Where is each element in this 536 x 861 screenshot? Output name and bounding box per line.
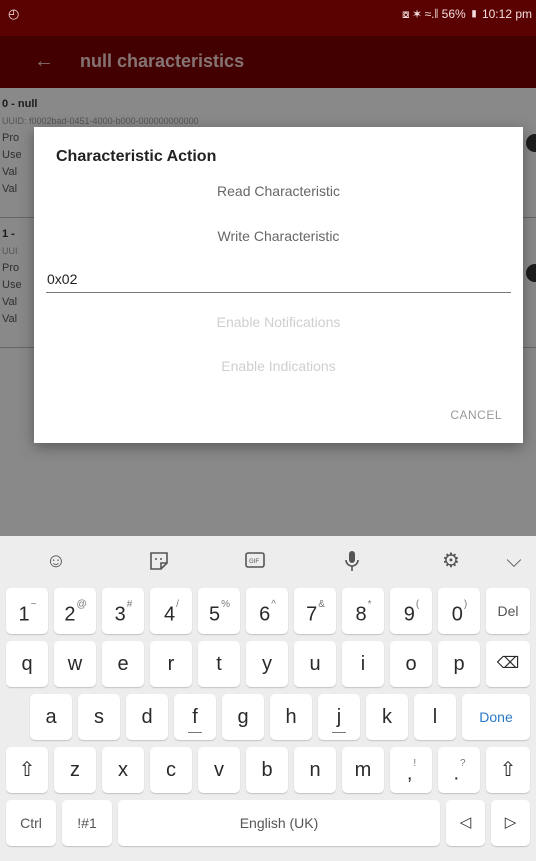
key-q[interactable]: q [6, 641, 48, 687]
gif-icon[interactable]: GIF [236, 546, 276, 576]
enable-notifications-button[interactable]: Enable Notifications [34, 314, 523, 330]
key-8[interactable]: 8* [342, 588, 384, 634]
key-t[interactable]: t [198, 641, 240, 687]
key-m[interactable]: m [342, 747, 384, 793]
smiley-icon[interactable]: ☺ [36, 546, 76, 576]
key-h[interactable]: h [270, 694, 312, 740]
key-r[interactable]: r [150, 641, 192, 687]
backspace-icon[interactable]: ⌫ [486, 641, 530, 687]
key-z[interactable]: z [54, 747, 96, 793]
comma-key[interactable]: ,! [390, 747, 432, 793]
write-value-input[interactable] [46, 267, 511, 293]
write-characteristic-button[interactable]: Write Characteristic [34, 228, 523, 244]
space-bar[interactable]: English (UK) [118, 800, 440, 846]
key-b[interactable]: b [246, 747, 288, 793]
home-key-marker [332, 732, 346, 733]
key-4[interactable]: 4/ [150, 588, 192, 634]
read-characteristic-button[interactable]: Read Characteristic [34, 183, 523, 199]
key-6[interactable]: 6^ [246, 588, 288, 634]
key-n[interactable]: n [294, 747, 336, 793]
key-2[interactable]: 2@ [54, 588, 96, 634]
key-w[interactable]: w [54, 641, 96, 687]
key-e[interactable]: e [102, 641, 144, 687]
key-9[interactable]: 9( [390, 588, 432, 634]
key-s[interactable]: s [78, 694, 120, 740]
key-p[interactable]: p [438, 641, 480, 687]
key-y[interactable]: y [246, 641, 288, 687]
key-c[interactable]: c [150, 747, 192, 793]
key-7[interactable]: 7& [294, 588, 336, 634]
key-0[interactable]: 0) [438, 588, 480, 634]
status-bar: ◴ ⧇ ✶ ≈.∥ 56% ▮ 10:12 pm [0, 0, 536, 36]
microphone-icon[interactable] [332, 546, 372, 576]
svg-text:GIF: GIF [249, 559, 259, 565]
delete-key[interactable]: Del [486, 588, 530, 634]
sticker-icon[interactable] [139, 546, 179, 576]
key-i[interactable]: i [342, 641, 384, 687]
period-key[interactable]: .? [438, 747, 480, 793]
done-button[interactable]: Done [462, 694, 530, 740]
key-k[interactable]: k [366, 694, 408, 740]
on-screen-keyboard: ☺ GIF ⚙ ⌵ 1~ 2@ 3# 4/ 5% 6^ 7& 8* 9( 0) … [0, 536, 536, 861]
cancel-button[interactable]: CANCEL [450, 408, 502, 422]
key-a[interactable]: a [30, 694, 72, 740]
camera-icon: ◴ [8, 6, 20, 21]
characteristic-action-dialog: Characteristic Action Read Characteristi… [34, 127, 523, 443]
key-g[interactable]: g [222, 694, 264, 740]
chevron-down-icon[interactable]: ⌵ [494, 546, 534, 576]
key-f[interactable]: f [174, 694, 216, 740]
key-x[interactable]: x [102, 747, 144, 793]
home-key-marker [188, 732, 202, 733]
key-d[interactable]: d [126, 694, 168, 740]
shift-key-right[interactable]: ⇧ [486, 747, 530, 793]
cursor-right-key[interactable]: ▷ [491, 800, 530, 846]
settings-icon[interactable]: ⚙ [431, 546, 471, 576]
key-l[interactable]: l [414, 694, 456, 740]
ctrl-key[interactable]: Ctrl [6, 800, 56, 846]
symbols-key[interactable]: !#1 [62, 800, 112, 846]
key-j[interactable]: j [318, 694, 360, 740]
keyboard-toolbar: ☺ GIF ⚙ ⌵ [0, 536, 536, 586]
shift-key[interactable]: ⇧ [6, 747, 48, 793]
cursor-left-key[interactable]: ◁ [446, 800, 485, 846]
key-v[interactable]: v [198, 747, 240, 793]
key-o[interactable]: o [390, 641, 432, 687]
status-bar-indicators: ⧇ ✶ ≈.∥ 56% ▮ 10:12 pm [401, 7, 532, 21]
key-5[interactable]: 5% [198, 588, 240, 634]
key-3[interactable]: 3# [102, 588, 144, 634]
enable-indications-button[interactable]: Enable Indications [34, 358, 523, 374]
key-1[interactable]: 1~ [6, 588, 48, 634]
dialog-title: Characteristic Action [56, 148, 217, 165]
key-u[interactable]: u [294, 641, 336, 687]
